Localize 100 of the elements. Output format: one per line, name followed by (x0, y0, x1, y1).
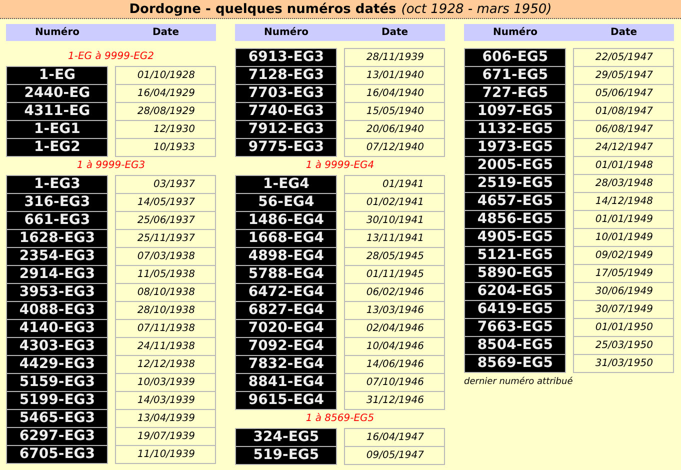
number-cell: 727-EG5 (464, 84, 566, 103)
number-cell: 5199-EG3 (6, 391, 108, 410)
date-cell: 16/04/1940 (344, 84, 445, 103)
number-cell: 2354-EG3 (6, 247, 108, 266)
number-cell: 9775-EG3 (235, 138, 338, 157)
column-heading: Date (380, 27, 410, 38)
number-cell: 6472-EG4 (235, 283, 338, 302)
date-cell: 07/03/1938 (115, 247, 216, 266)
number-cell: 316-EG3 (6, 193, 108, 212)
column-heading: Date (151, 27, 180, 38)
date-cell: 10/1933 (115, 138, 216, 157)
date-cell: 01/02/1941 (344, 193, 445, 212)
number-cell: 519-EG5 (235, 446, 338, 465)
number-cell: 7020-EG4 (235, 319, 338, 338)
date-cell: 13/03/1946 (344, 301, 445, 320)
date-cell: 13/04/1939 (115, 409, 216, 428)
range-label: 1-EG à 9999-EG2 (66, 50, 155, 64)
number-cell: 7663-EG5 (464, 318, 566, 337)
number-cell: 8504-EG5 (464, 336, 566, 355)
number-cell: 6705-EG3 (6, 445, 108, 464)
date-cell: 28/03/1948 (573, 174, 674, 193)
date-cell: 06/08/1947 (573, 120, 674, 139)
number-cell: 7912-EG3 (235, 120, 338, 139)
date-cell: 10/01/1949 (573, 228, 674, 247)
range-label: 1 à 9999-EG4 (304, 159, 376, 173)
column-heading: Date (609, 27, 638, 38)
number-cell: 7703-EG3 (235, 84, 338, 103)
number-cell: 4303-EG3 (6, 337, 108, 356)
date-cell: 10/04/1946 (344, 337, 445, 356)
date-cell: 22/05/1947 (573, 48, 674, 67)
number-cell: 671-EG5 (464, 66, 566, 85)
date-cell: 28/05/1945 (344, 247, 445, 266)
number-cell: 5465-EG3 (6, 409, 108, 428)
date-cell: 29/05/1947 (573, 66, 674, 85)
number-cell: 56-EG4 (235, 193, 338, 212)
column-heading: Numéro (492, 27, 538, 38)
number-cell: 2914-EG3 (6, 265, 108, 284)
number-cell: 1668-EG4 (235, 229, 338, 248)
date-cell: 28/11/1939 (344, 48, 445, 67)
number-cell: 1097-EG5 (464, 102, 566, 121)
date-cell: 01/11/1945 (344, 265, 445, 284)
number-cell: 5788-EG4 (235, 265, 338, 284)
date-cell: 30/06/1949 (573, 282, 674, 301)
range-label: 1 à 8569-EG5 (304, 412, 376, 426)
date-cell: 25/11/1937 (115, 229, 216, 248)
range-label: 1 à 9999-EG3 (76, 159, 146, 173)
date-cell: 07/12/1940 (344, 138, 445, 157)
number-cell: 324-EG5 (235, 428, 338, 447)
number-cell: 4898-EG4 (235, 247, 338, 266)
date-cell: 14/03/1939 (115, 391, 216, 410)
date-cell: 30/07/1949 (573, 300, 674, 319)
number-cell: 6419-EG5 (464, 300, 566, 319)
number-cell: 6297-EG3 (6, 427, 108, 446)
date-cell: 30/10/1941 (344, 211, 445, 230)
number-cell: 1486-EG4 (235, 211, 338, 230)
number-cell: 5890-EG5 (464, 264, 566, 283)
number-cell: 1-EG4 (235, 175, 338, 194)
number-cell: 3953-EG3 (6, 283, 108, 302)
number-cell: 4657-EG5 (464, 192, 566, 211)
number-cell: 1-EG1 (6, 120, 108, 139)
number-cell: 6913-EG3 (235, 48, 338, 67)
number-cell: 5121-EG5 (464, 246, 566, 265)
number-cell: 1-EG (6, 66, 108, 85)
number-cell: 4088-EG3 (6, 301, 108, 320)
date-cell: 14/06/1946 (344, 355, 445, 374)
number-cell: 1628-EG3 (6, 229, 108, 248)
number-cell: 1-EG3 (6, 175, 108, 194)
date-cell: 01/01/1949 (573, 210, 674, 229)
date-cell: 01/10/1928 (115, 66, 216, 85)
number-cell: 7092-EG4 (235, 337, 338, 356)
page-title: Dordogne - quelques numéros datés (129, 2, 396, 16)
date-cell: 10/03/1939 (115, 373, 216, 392)
date-cell: 12/12/1938 (115, 355, 216, 374)
date-cell: 07/10/1946 (344, 373, 445, 392)
date-cell: 16/04/1929 (115, 84, 216, 103)
date-cell: 14/05/1937 (115, 193, 216, 212)
date-cell: 20/06/1940 (344, 120, 445, 139)
number-cell: 9615-EG4 (235, 391, 338, 410)
date-cell: 03/1937 (115, 175, 216, 194)
date-cell: 01/01/1950 (573, 318, 674, 337)
date-cell: 01/1941 (344, 175, 445, 194)
number-cell: 4429-EG3 (6, 355, 108, 374)
number-cell: 2440-EG (6, 84, 108, 103)
date-cell: 08/10/1938 (115, 283, 216, 302)
date-cell: 09/05/1947 (344, 446, 445, 465)
date-cell: 24/11/1938 (115, 337, 216, 356)
date-cell: 01/01/1948 (573, 156, 674, 175)
number-cell: 2005-EG5 (464, 156, 566, 175)
number-cell: 606-EG5 (464, 48, 566, 67)
number-cell: 6204-EG5 (464, 282, 566, 301)
date-cell: 28/10/1938 (115, 301, 216, 320)
date-cell: 07/11/1938 (115, 319, 216, 338)
date-cell: 11/10/1939 (115, 445, 216, 464)
number-cell: 6827-EG4 (235, 301, 338, 320)
number-cell: 1-EG2 (6, 138, 108, 157)
number-cell: 5159-EG3 (6, 373, 108, 392)
date-cell: 05/06/1947 (573, 84, 674, 103)
date-cell: 06/02/1946 (344, 283, 445, 302)
date-cell: 14/12/1948 (573, 192, 674, 211)
number-cell: 8569-EG5 (464, 354, 566, 373)
